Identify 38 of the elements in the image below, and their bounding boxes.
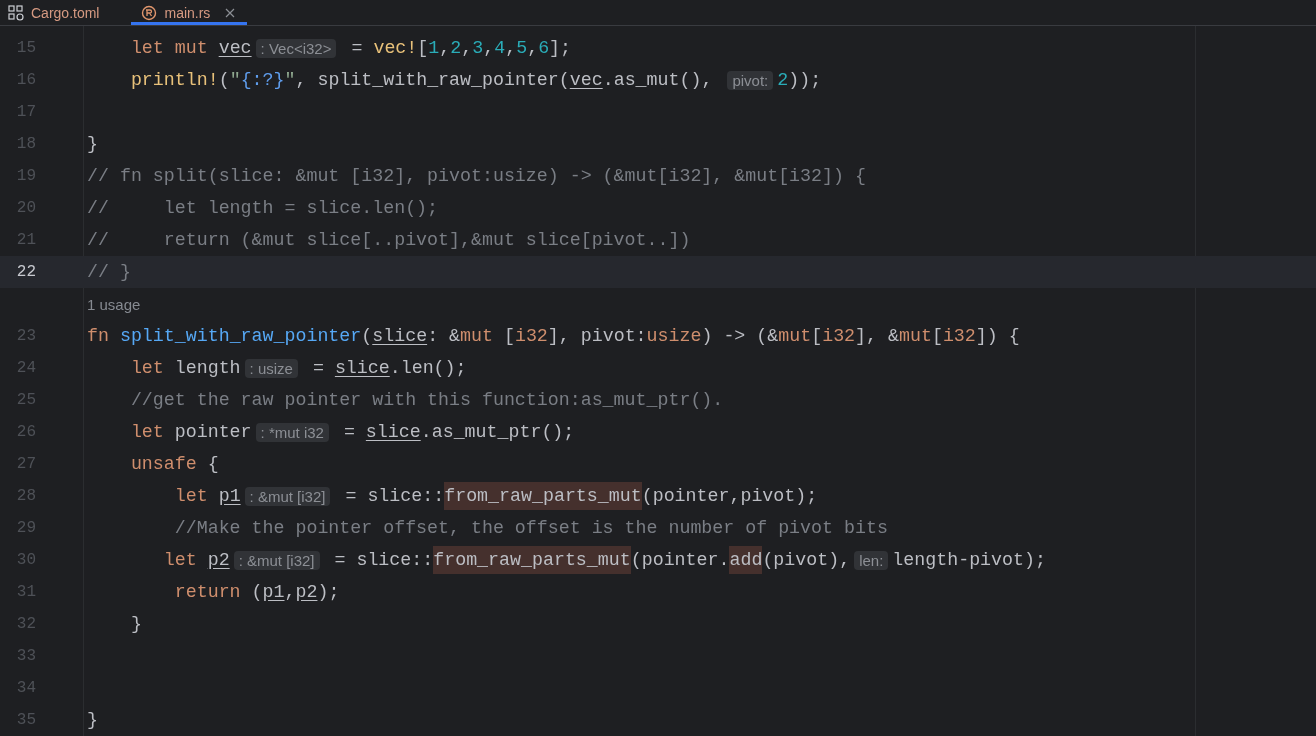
code-text: }	[87, 710, 98, 730]
code-text: }	[87, 134, 98, 154]
inlay-hint: len:	[854, 550, 889, 570]
line-number: 22	[15, 263, 36, 281]
close-icon[interactable]	[225, 7, 236, 18]
code-text: return (p1,p2);	[173, 582, 340, 602]
code-text: = slice.len();	[311, 358, 467, 378]
code-text: 2));	[777, 70, 822, 90]
code-text: = vec![1,2,3,4,5,6];	[350, 38, 572, 58]
code-comment: // let length = slice.len();	[87, 198, 439, 218]
inlay-hint: : usize	[244, 358, 298, 378]
inlay-hint: : Vec<i32>	[255, 38, 337, 58]
editor-tab[interactable]: main.rs	[131, 0, 248, 25]
code-text: let p2	[162, 550, 230, 570]
code-text: = slice.as_mut_ptr();	[342, 422, 575, 442]
code-text: let p1	[173, 486, 241, 506]
inlay-hint: : &mut [i32]	[233, 550, 320, 570]
editor-tab[interactable]: Cargo.toml	[4, 0, 112, 25]
code-text: unsafe {	[129, 454, 219, 474]
code-comment: // fn split(slice: &mut [i32], pivot:usize) -> (&mut[i32], &mut[i32]) {	[87, 166, 866, 186]
inlay-hint: pivot:	[727, 70, 774, 90]
code-text: let length	[129, 358, 241, 378]
code-text: length-pivot);	[892, 550, 1046, 570]
tab-label: Cargo.toml	[31, 4, 100, 21]
inlay-hint: : *mut i32	[255, 422, 329, 442]
inlay-hint: : &mut [i32]	[244, 486, 331, 506]
code-comment: //get the raw pointer with this function:as_mut_ptr().	[129, 390, 724, 410]
code-text: }	[129, 614, 142, 634]
code-comment: //Make the pointer offset, the offset is the number of pivot bits	[173, 518, 888, 538]
code-text: let pointer	[129, 422, 252, 442]
code-text: let mut vec	[129, 38, 252, 58]
code-comment: // return (&mut slice[..pivot],&mut slice[pivot..])	[87, 230, 691, 250]
code-text: println!("{:?}", split_with_raw_pointer(vec.as_mut(),	[129, 70, 714, 90]
usage-count[interactable]: 1 usage	[87, 295, 141, 313]
grid-gear-icon	[8, 4, 24, 21]
tab-label: main.rs	[164, 4, 211, 21]
code-comment: // }	[87, 262, 131, 282]
code-text: fn split_with_raw_pointer(slice: &mut [i32], pivot:usize) -> (&mut[i32], &mut[i32]) {	[87, 326, 1020, 346]
